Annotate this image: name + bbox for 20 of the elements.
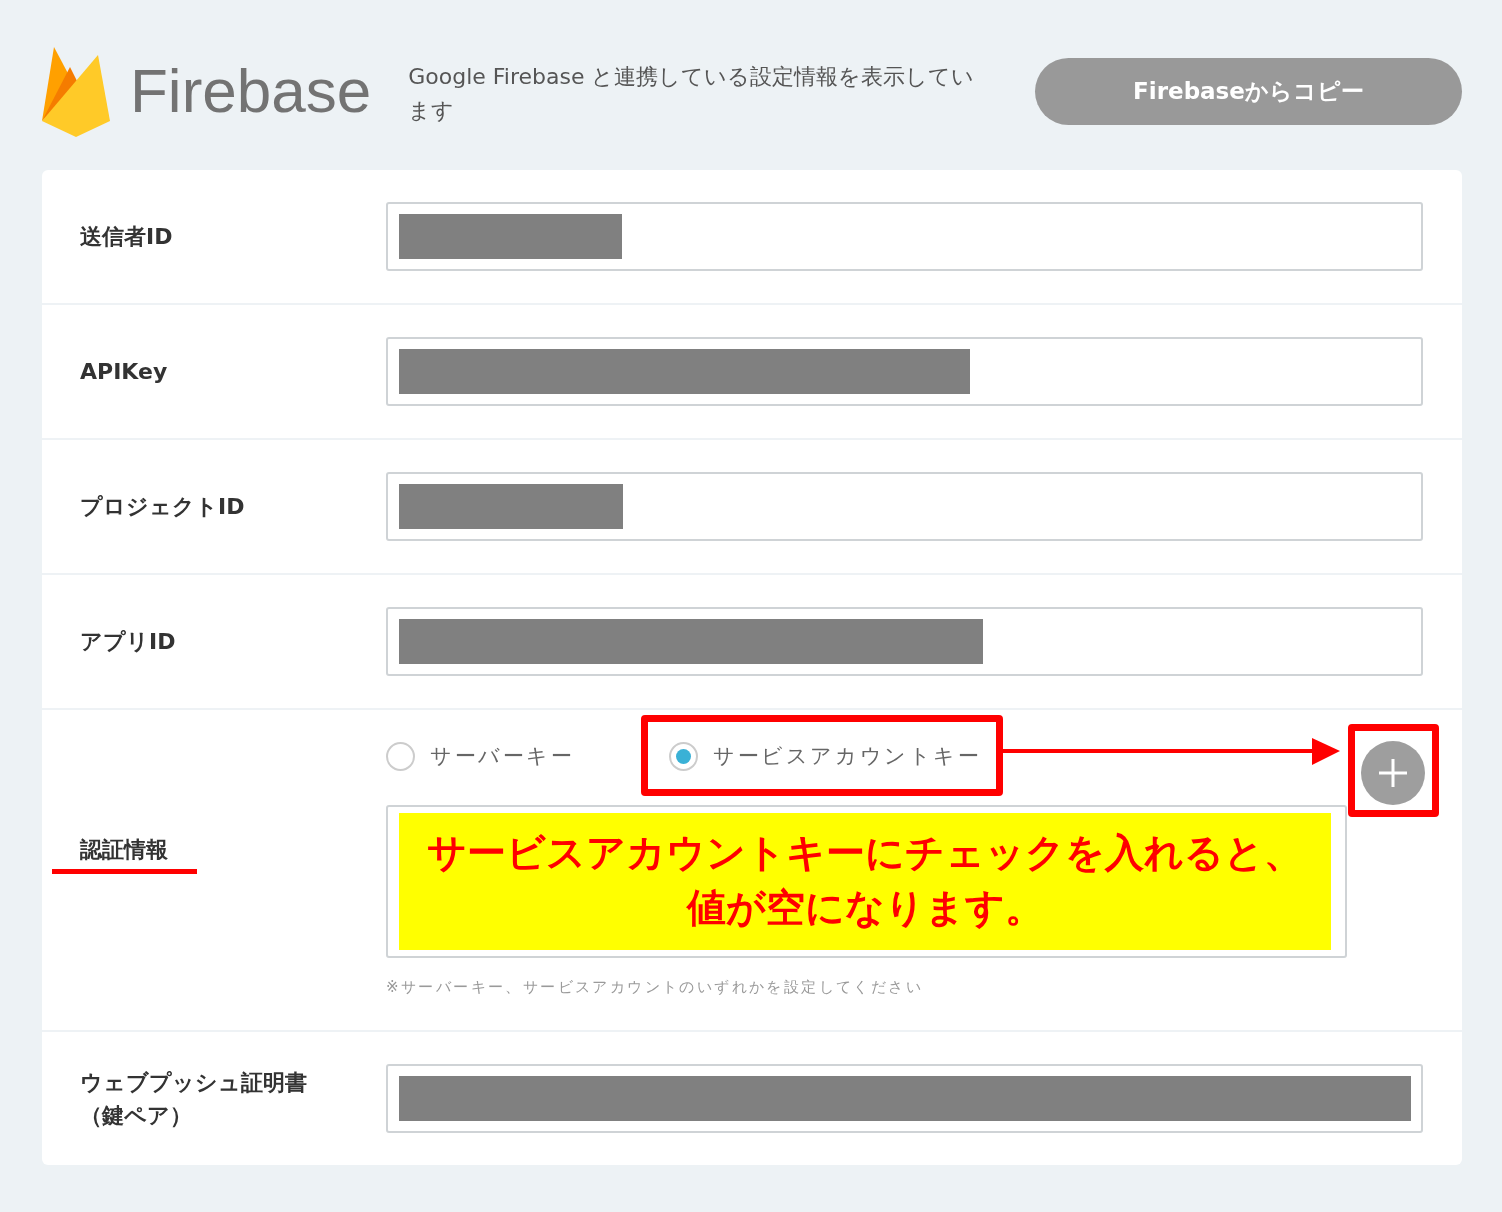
text-field[interactable] bbox=[386, 202, 1423, 271]
field-label: 認証情報 bbox=[79, 836, 169, 864]
text-field[interactable] bbox=[386, 472, 1423, 541]
radio-button[interactable] bbox=[669, 741, 698, 771]
plus-icon bbox=[1377, 757, 1409, 789]
text-field[interactable] bbox=[386, 607, 1423, 676]
option-label[interactable]: サービスアカウントキー bbox=[713, 742, 982, 770]
hint-text: ※サーバーキー、サービスアカウントのいずれかを設定してください bbox=[386, 978, 923, 997]
option-label[interactable]: サーバーキー bbox=[430, 742, 575, 770]
text-field[interactable] bbox=[386, 337, 1423, 406]
flame-icon bbox=[40, 45, 110, 137]
field-label: アプリID bbox=[79, 628, 177, 656]
text-field[interactable] bbox=[386, 1064, 1423, 1133]
field-label: ウェブプッシュ証明書（鍵ペア） bbox=[79, 1068, 308, 1130]
field-label: プロジェクトID bbox=[79, 493, 246, 521]
field-label: 送信者ID bbox=[79, 223, 174, 251]
radio-button[interactable] bbox=[386, 741, 415, 771]
logo-wordmark: Firebase bbox=[130, 60, 372, 122]
header-description: Google Firebase と連携している設定情報を表示しています bbox=[408, 63, 976, 125]
field-label: APIKey bbox=[79, 358, 169, 386]
